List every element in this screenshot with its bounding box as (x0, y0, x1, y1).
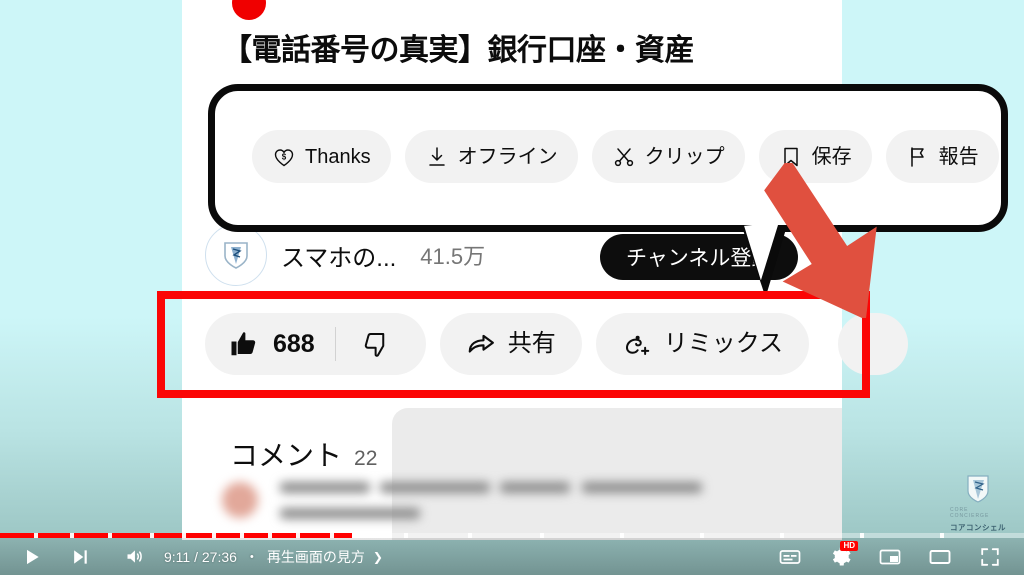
player-right-controls: HD (770, 538, 1024, 575)
channel-row[interactable]: スマホの... 41.5万 (205, 224, 485, 286)
report-button[interactable]: 報告 (885, 130, 999, 183)
volume-button[interactable] (114, 538, 154, 575)
subtitles-button[interactable] (770, 538, 810, 575)
subtitles-icon (779, 549, 801, 564)
thanks-button[interactable]: $ Thanks (252, 130, 391, 183)
next-track-icon (74, 549, 87, 564)
shield-logo-icon (224, 242, 248, 269)
next-button[interactable] (60, 538, 100, 575)
report-label: 報告 (938, 145, 979, 168)
channel-name: スマホの... (281, 244, 397, 272)
comments-header: コメント 22 (230, 434, 377, 474)
miniplayer-icon (879, 549, 901, 564)
scissors-icon (612, 145, 636, 169)
miniplayer-button[interactable] (870, 538, 910, 575)
clip-button[interactable]: クリップ (591, 130, 745, 183)
chapter-chevron-icon[interactable]: ❯ (373, 550, 383, 564)
comment-preview-blurred (222, 478, 792, 540)
svg-text:$: $ (282, 152, 287, 161)
play-icon (27, 549, 39, 564)
channel-subscriber-count: 41.5万 (420, 244, 486, 269)
settings-button[interactable]: HD (820, 538, 860, 575)
comment-avatar (222, 482, 258, 518)
fullscreen-button[interactable] (970, 538, 1010, 575)
channel-watermark: CORE CONCIERGE コアコンシェル (950, 474, 1006, 533)
play-button[interactable] (12, 538, 52, 575)
theater-mode-button[interactable] (920, 538, 960, 575)
watermark-name: コアコンシェル (950, 523, 1006, 532)
heart-dollar-icon: $ (272, 145, 296, 169)
offline-button[interactable]: オフライン (404, 130, 578, 183)
download-icon (425, 145, 449, 169)
chapter-title[interactable]: 再生画面の見方 (267, 547, 365, 567)
video-title: 【電話番号の真実】銀行口座・資産 (222, 34, 695, 67)
pointer-arrow (764, 163, 877, 318)
time-chapter-separator: ・ (244, 548, 259, 565)
comments-title: コメント (230, 440, 343, 471)
shield-watermark-icon (967, 475, 989, 503)
channel-avatar[interactable] (205, 224, 267, 286)
flag-icon (906, 145, 930, 169)
time-display: 9:11 / 27:36 (164, 548, 237, 565)
volume-icon (127, 550, 142, 563)
quality-badge: HD (840, 541, 858, 551)
theater-mode-icon (929, 549, 951, 564)
comments-count: 22 (354, 447, 378, 470)
watermark-subtext: CORE CONCIERGE (950, 507, 990, 519)
player-control-bar: 9:11 / 27:36 ・ 再生画面の見方 ❯ HD (0, 538, 1024, 575)
offline-label: オフライン (457, 145, 558, 168)
clip-label: クリップ (644, 145, 725, 168)
thanks-label: Thanks (305, 145, 371, 168)
fullscreen-icon (981, 547, 999, 566)
